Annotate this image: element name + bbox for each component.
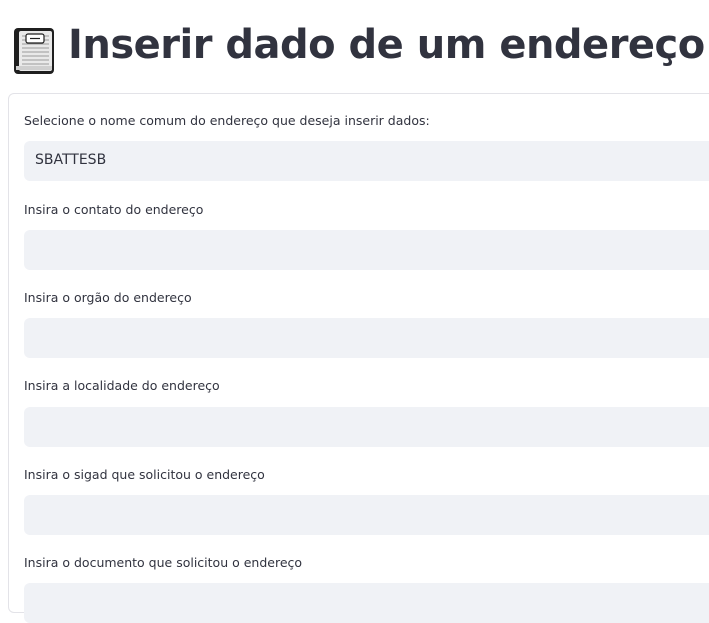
localidade-input[interactable] bbox=[24, 407, 709, 447]
book-icon bbox=[14, 28, 54, 74]
page-title: Inserir dado de um endereço bbox=[68, 22, 705, 68]
field-label-nome-comum: Selecione o nome comum do endereço que d… bbox=[24, 113, 430, 128]
nome-comum-select-value: SBATTESB bbox=[35, 152, 107, 168]
contato-input[interactable] bbox=[24, 230, 709, 270]
field-label-orgao: Insira o orgão do endereço bbox=[24, 290, 192, 305]
sigad-input[interactable] bbox=[24, 495, 709, 535]
field-label-contato: Insira o contato do endereço bbox=[24, 202, 204, 217]
page-header: Inserir dado de um endereço bbox=[0, 0, 709, 92]
field-label-sigad: Insira o sigad que solicitou o endereço bbox=[24, 467, 265, 482]
documento-input[interactable] bbox=[24, 583, 709, 623]
nome-comum-select[interactable]: SBATTESB bbox=[24, 141, 709, 181]
field-label-documento: Insira o documento que solicitou o ender… bbox=[24, 555, 303, 570]
orgao-input[interactable] bbox=[24, 318, 709, 358]
field-label-localidade: Insira a localidade do endereço bbox=[24, 378, 220, 393]
